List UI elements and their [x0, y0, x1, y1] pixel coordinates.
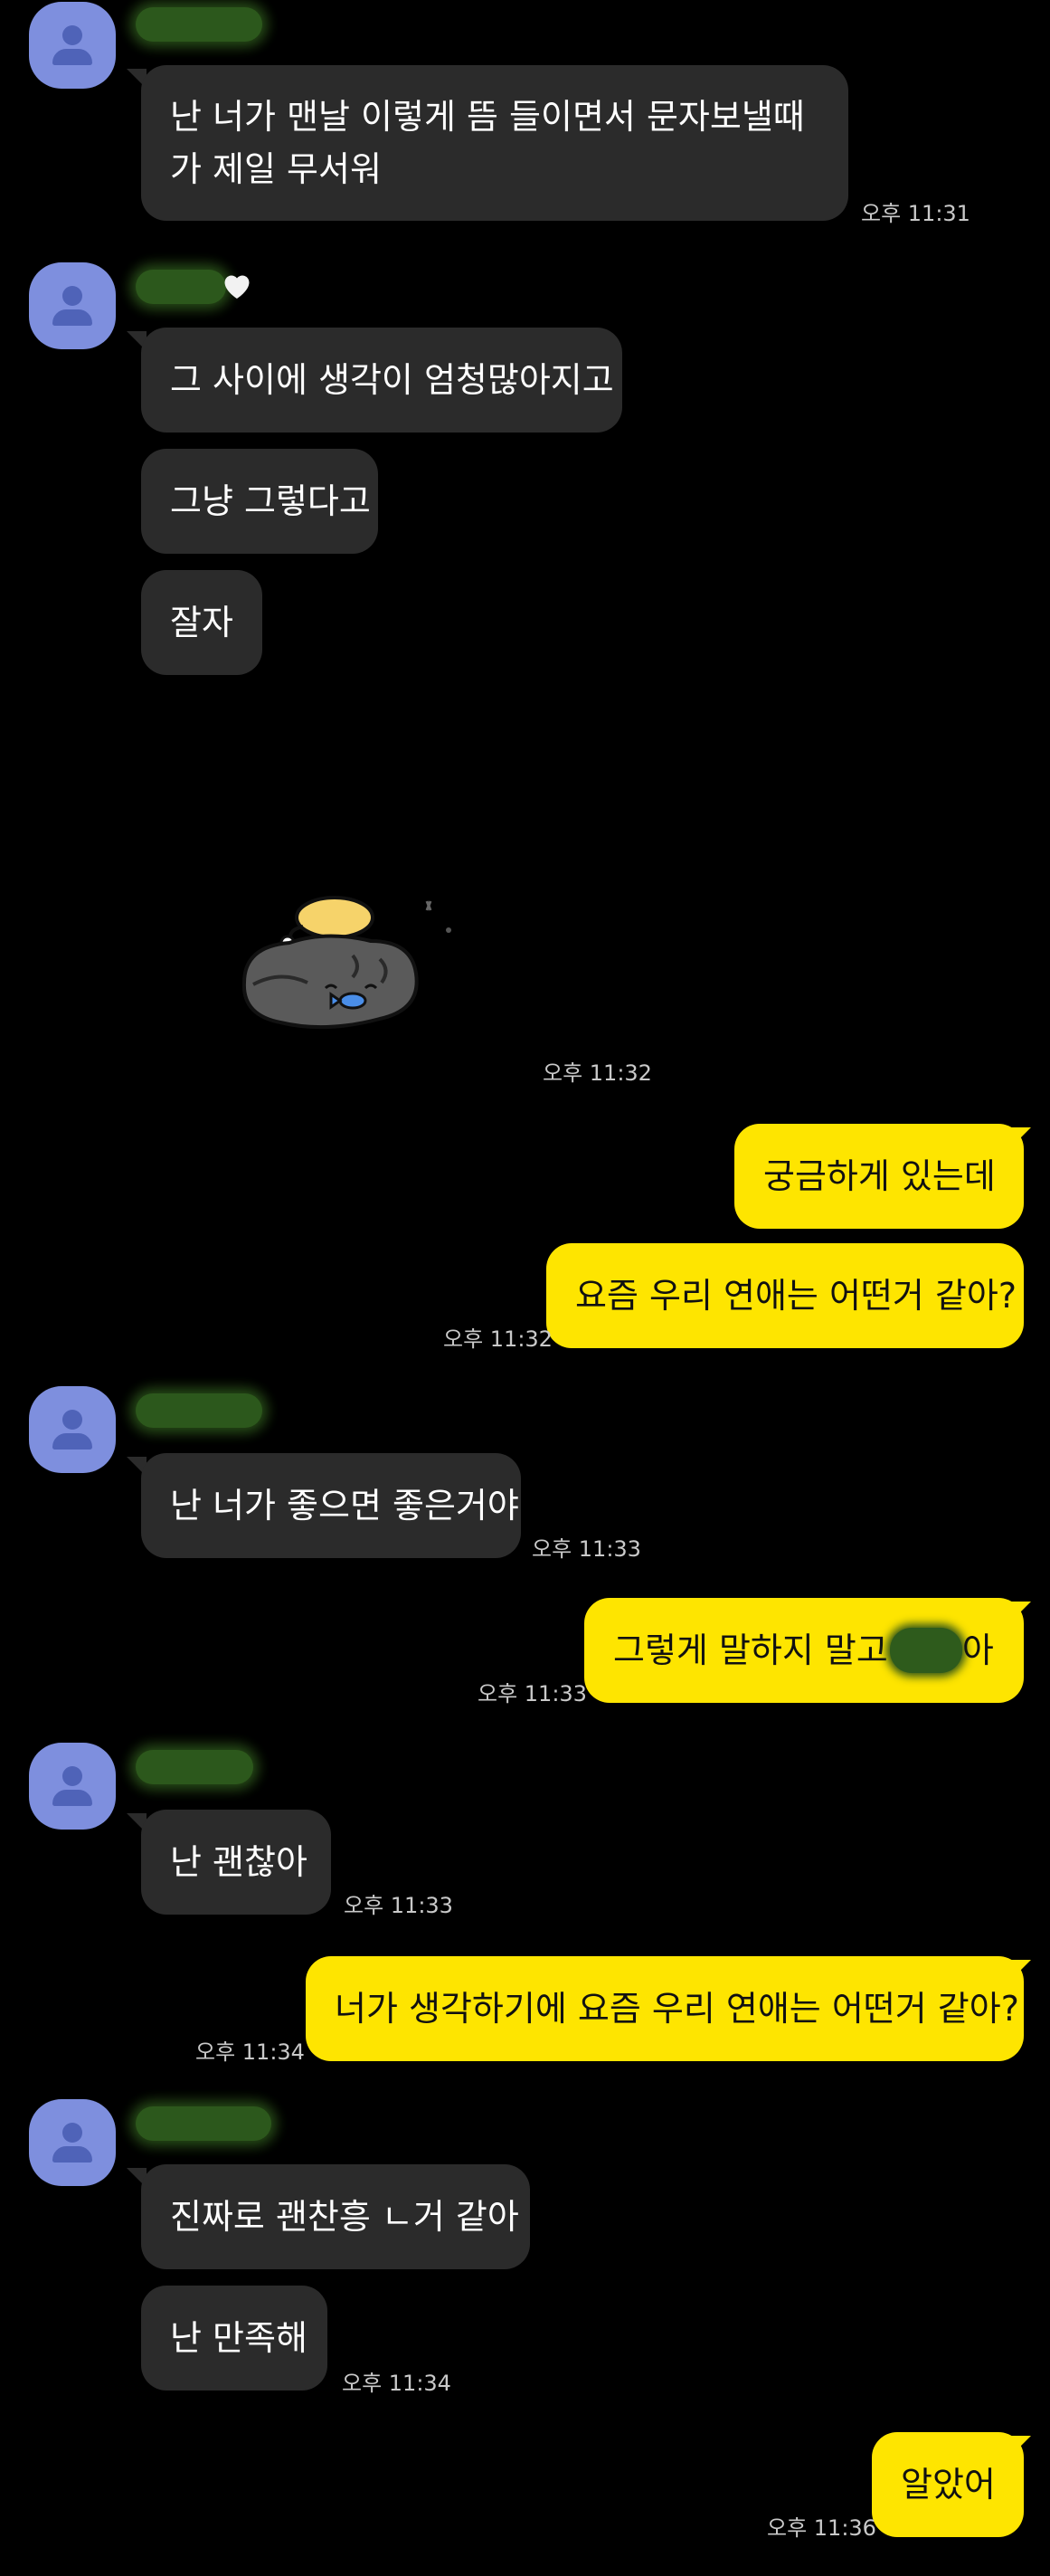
- message-text: 난 너가 좋으면 좋은거야: [170, 1486, 519, 1526]
- profile-body-icon: [52, 309, 92, 326]
- message-text: 알았어: [901, 2465, 996, 2505]
- message-text: 궁금하게 있는데: [763, 1156, 996, 1196]
- message-bubble[interactable]: 잘자: [141, 570, 262, 675]
- message-bubble[interactable]: 난 괜찮아: [141, 1810, 331, 1915]
- message-text: 요즘 우리 연애는 어떤거 같아?: [575, 1276, 1017, 1316]
- white-heart-icon: [224, 275, 250, 299]
- profile-head-icon: [62, 2123, 82, 2143]
- avatar[interactable]: [29, 262, 116, 349]
- message-bubble[interactable]: 궁금하게 있는데: [734, 1124, 1024, 1229]
- message-bubble[interactable]: 알았어: [872, 2432, 1024, 2537]
- bubble-tail: [1011, 1127, 1031, 1147]
- message-text: 난 괜찮아: [170, 1842, 307, 1882]
- message-bubble[interactable]: 너가 생각하기에 요즘 우리 연애는 어떤거 같아?: [306, 1956, 1024, 2061]
- profile-body-icon: [52, 49, 92, 65]
- censored-sender-name: [136, 1750, 253, 1784]
- message-bubble[interactable]: 그 사이에 생각이 엄청많아지고: [141, 328, 622, 433]
- bubble-tail: [1011, 1960, 1031, 1980]
- censored-sender-name: [136, 2106, 271, 2141]
- message-bubble[interactable]: 난 너가 맨날 이렇게 뜸 들이면서 문자보낼때가 제일 무서워: [141, 65, 848, 221]
- censored-word: [889, 1628, 962, 1673]
- message-bubble[interactable]: 그냥 그렇다고: [141, 449, 378, 554]
- message-text-after: 아: [961, 1630, 994, 1670]
- censored-sender-name: [136, 7, 262, 42]
- profile-head-icon: [62, 286, 82, 306]
- message-time: 오후 11:32: [543, 1060, 652, 1086]
- message-text: 그냥 그렇다고: [170, 481, 371, 521]
- message-text: 난 너가 맨날 이렇게 뜸 들이면서 문자보낼때가 제일 무서워: [170, 97, 805, 189]
- message-time: 오후 11:34: [195, 2039, 305, 2065]
- message-bubble[interactable]: 난 만족해: [141, 2286, 327, 2391]
- censored-sender-name: [136, 1393, 262, 1428]
- message-time: 오후 11:34: [342, 2371, 451, 2396]
- message-bubble[interactable]: 요즘 우리 연애는 어떤거 같아?: [546, 1243, 1024, 1348]
- message-bubble[interactable]: 난 너가 좋으면 좋은거야: [141, 1453, 521, 1558]
- bubble-tail: [1011, 1602, 1031, 1621]
- message-text: 그 사이에 생각이 엄청많아지고: [170, 360, 614, 400]
- message-text: 잘자: [170, 603, 233, 642]
- avatar[interactable]: [29, 2, 116, 89]
- avatar[interactable]: [29, 1743, 116, 1830]
- message-time: 오후 11:33: [344, 1893, 453, 1918]
- profile-body-icon: [52, 2146, 92, 2163]
- message-time: 오후 11:33: [478, 1681, 587, 1706]
- message-time: 오후 11:31: [861, 201, 970, 226]
- message-text: 난 만족해: [170, 2318, 307, 2358]
- profile-head-icon: [62, 1766, 82, 1786]
- profile-head-icon: [62, 1410, 82, 1430]
- message-bubble[interactable]: 진짜로 괜찬흥 ㄴ거 같아: [141, 2164, 530, 2269]
- profile-body-icon: [52, 1790, 92, 1806]
- message-text-before: 그렇게 말하지 말고: [613, 1630, 888, 1670]
- message-time: 오후 11:32: [443, 1326, 553, 1352]
- message-text: 너가 생각하기에 요즘 우리 연애는 어떤거 같아?: [335, 1989, 1019, 2029]
- censored-sender-name: [136, 270, 226, 304]
- message-bubble[interactable]: 그렇게 말하지 말고 아: [584, 1598, 1024, 1703]
- profile-body-icon: [52, 1433, 92, 1450]
- avatar[interactable]: [29, 2099, 116, 2186]
- bubble-tail: [1011, 2436, 1031, 2456]
- profile-head-icon: [62, 25, 82, 45]
- message-time: 오후 11:33: [532, 1536, 641, 1562]
- avatar[interactable]: [29, 1386, 116, 1473]
- message-time: 오후 11:36: [767, 2515, 876, 2541]
- sleeping-cat-sticker[interactable]: [217, 883, 470, 1046]
- message-text: 진짜로 괜찬흥 ㄴ거 같아: [170, 2197, 519, 2237]
